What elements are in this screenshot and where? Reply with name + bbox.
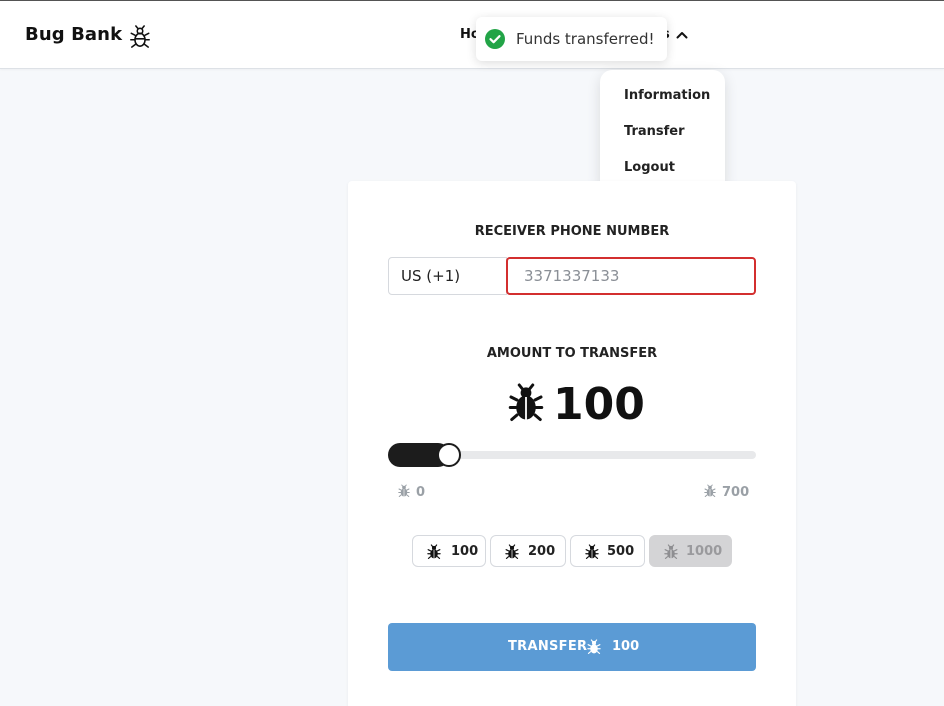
bug-icon bbox=[398, 484, 410, 498]
bug-icon bbox=[505, 544, 519, 560]
bug-icon bbox=[587, 639, 601, 655]
preset-100-button[interactable]: 100 bbox=[412, 535, 486, 567]
menu-item-transfer[interactable]: Transfer bbox=[624, 124, 685, 139]
amount-label: AMOUNT TO TRANSFER bbox=[486, 346, 658, 361]
slider-min-value: 0 bbox=[416, 485, 426, 500]
toast-message: Funds transferred! bbox=[516, 30, 655, 48]
brand-name[interactable]: Bug Bank bbox=[25, 24, 122, 45]
country-code-value: US (+1) bbox=[401, 267, 461, 285]
preset-200-button[interactable]: 200 bbox=[490, 535, 566, 567]
menu-item-information[interactable]: Information bbox=[624, 88, 710, 103]
slider-min-label: 0 bbox=[398, 484, 425, 500]
success-toast: Funds transferred! bbox=[476, 17, 667, 61]
preset-500-button[interactable]: 500 bbox=[570, 535, 645, 567]
transfer-button-label: TRANSFER bbox=[508, 639, 588, 654]
transfer-button[interactable]: TRANSFER 100 bbox=[388, 623, 756, 671]
menu-item-logout[interactable]: Logout bbox=[624, 160, 675, 175]
chevron-up-icon[interactable] bbox=[676, 30, 688, 40]
slider-max-label: 700 bbox=[704, 484, 749, 500]
top-header: Bug Bank Ho s bbox=[0, 1, 944, 69]
receiver-phone-label: RECEIVER PHONE NUMBER bbox=[474, 224, 670, 239]
slider-max-value: 700 bbox=[722, 485, 750, 500]
preset-label: 1000 bbox=[686, 544, 723, 559]
amount-value: 100 bbox=[553, 379, 645, 430]
preset-label: 200 bbox=[528, 544, 556, 559]
preset-label: 100 bbox=[451, 544, 479, 559]
transfer-button-amount: 100 bbox=[612, 639, 640, 654]
preset-1000-button[interactable]: 1000 bbox=[649, 535, 732, 567]
bug-icon bbox=[664, 544, 678, 560]
bug-icon bbox=[585, 544, 599, 560]
bug-icon bbox=[704, 484, 716, 498]
amount-slider-thumb[interactable] bbox=[437, 443, 461, 467]
preset-label: 500 bbox=[607, 544, 635, 559]
check-circle-icon bbox=[485, 29, 505, 49]
bug-icon bbox=[427, 544, 441, 560]
phone-number-input[interactable] bbox=[506, 257, 756, 295]
country-code-select[interactable]: US (+1) bbox=[388, 257, 507, 295]
transfer-card: RECEIVER PHONE NUMBER US (+1) AMOUNT TO … bbox=[348, 181, 796, 706]
bug-icon bbox=[508, 383, 544, 423]
account-dropdown-menu: Information Transfer Logout bbox=[600, 70, 725, 193]
bug-outline-icon bbox=[130, 25, 150, 48]
